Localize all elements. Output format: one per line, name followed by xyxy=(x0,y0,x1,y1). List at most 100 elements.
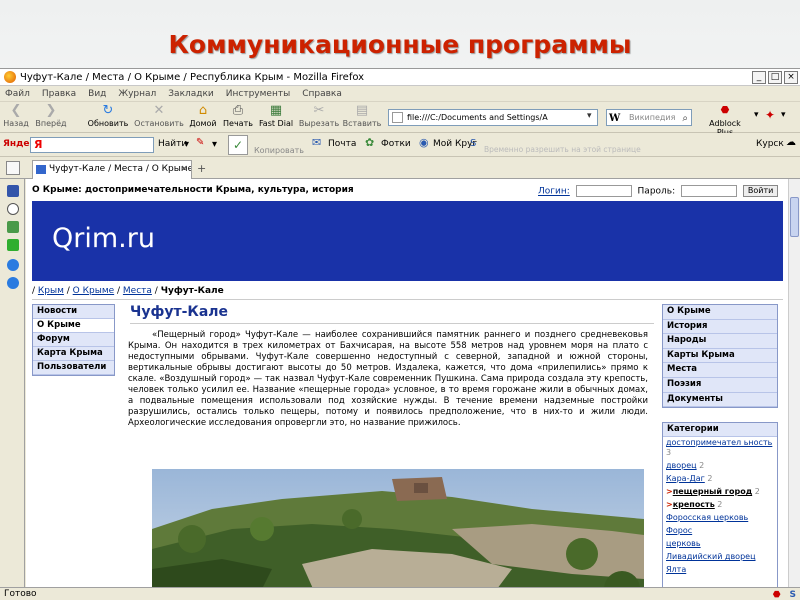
left-nav-users[interactable]: Пользователи xyxy=(33,361,114,375)
menu-help[interactable]: Справка xyxy=(302,89,342,99)
menu-file[interactable]: Файл xyxy=(5,89,30,99)
sidebar-history-icon[interactable] xyxy=(7,203,19,215)
adblock-status-icon[interactable]: ⬣ xyxy=(773,590,781,600)
category-label[interactable]: крепость xyxy=(673,500,715,509)
stop-icon: ✕ xyxy=(153,103,165,118)
category-item[interactable]: церковь xyxy=(663,538,777,551)
login-button[interactable]: Войти xyxy=(742,185,779,197)
scrollbar-thumb[interactable] xyxy=(790,197,799,237)
category-label[interactable]: Ливадийский дворец xyxy=(666,552,756,561)
category-label[interactable]: церковь xyxy=(666,539,701,548)
category-item[interactable]: дворец 2 xyxy=(663,460,777,473)
adblock-dropdown-icon[interactable]: ▾ xyxy=(754,110,759,120)
left-nav-map[interactable]: Карта Крыма xyxy=(33,347,114,361)
tools-icon[interactable]: ✦ xyxy=(765,108,775,122)
tab-close-icon[interactable]: × xyxy=(180,161,188,178)
sidebar-info-icon[interactable] xyxy=(7,277,19,289)
breadcrumb-separator: / xyxy=(114,286,123,296)
highlight-dropdown-icon[interactable]: ▾ xyxy=(212,139,217,150)
left-nav-forum[interactable]: Форум xyxy=(33,333,114,347)
category-label[interactable]: достопримечател ьность xyxy=(666,438,772,447)
login-link[interactable]: Логин: xyxy=(538,187,570,197)
menu-history[interactable]: Журнал xyxy=(118,89,156,99)
menu-view[interactable]: Вид xyxy=(88,89,106,99)
new-tab-button[interactable]: + xyxy=(197,162,206,175)
category-item[interactable]: Форос xyxy=(663,525,777,538)
password-label: Пароль: xyxy=(637,186,676,197)
tab-list-icon[interactable] xyxy=(6,161,20,175)
yandex-logo: Я xyxy=(34,138,43,151)
tab-chufut-kale[interactable]: Чуфут-Кале / Места / О Крыме / Р... × xyxy=(32,160,192,179)
mail-button[interactable]: Почта xyxy=(328,139,356,149)
sidebar-settings-icon[interactable] xyxy=(7,259,19,271)
url-bar[interactable]: file:///C:/Documents and Settings/A xyxy=(388,109,598,126)
category-label[interactable]: дворец xyxy=(666,461,697,470)
category-label[interactable]: Форосская церковь xyxy=(666,513,748,522)
category-item[interactable]: >пещерный город 2 xyxy=(663,486,777,499)
print-button[interactable]: ⎙ Печать xyxy=(222,104,254,129)
highlight-icon[interactable]: ✎ xyxy=(196,137,204,148)
right-nav-peoples[interactable]: Народы xyxy=(663,334,777,349)
stop-button[interactable]: ✕ Остановить xyxy=(134,103,184,129)
minimize-button[interactable]: _ xyxy=(752,70,766,84)
breadcrumb-crimea[interactable]: Крым xyxy=(38,286,64,296)
login-input[interactable] xyxy=(575,185,632,197)
back-arrow-icon: ❮ xyxy=(10,103,22,118)
tools-dropdown-icon[interactable]: ▾ xyxy=(781,110,786,120)
fastdial-label: Fast Dial xyxy=(258,119,294,128)
paste-button[interactable]: ▤ Вставить xyxy=(342,104,382,129)
cut-button[interactable]: ✂ Вырезать xyxy=(298,104,340,129)
right-nav-history[interactable]: История xyxy=(663,320,777,335)
reload-icon: ↻ xyxy=(102,103,114,118)
menu-bookmarks[interactable]: Закладки xyxy=(168,89,214,99)
right-nav-poetry[interactable]: Поэзия xyxy=(663,378,777,393)
menu-tools[interactable]: Инструменты xyxy=(226,89,290,99)
yandex-find-button[interactable]: Найти xyxy=(158,139,187,149)
category-label[interactable]: пещерный город xyxy=(673,487,752,496)
category-item[interactable]: Форосская церковь xyxy=(663,512,777,525)
category-label[interactable]: Ялта xyxy=(666,565,686,574)
forward-button[interactable]: ❯ Вперёд xyxy=(34,104,68,129)
category-count: 2 xyxy=(699,461,705,470)
reload-button[interactable]: ↻ Обновить xyxy=(86,103,130,129)
checkmark-icon[interactable]: ✓ xyxy=(228,135,248,155)
password-input[interactable] xyxy=(681,185,737,197)
weather-city[interactable]: Курск xyxy=(756,139,784,149)
menu-edit[interactable]: Правка xyxy=(42,89,76,99)
right-nav-places[interactable]: Места xyxy=(663,363,777,378)
yandex-search-input[interactable]: Я xyxy=(30,137,154,153)
skype-status-icon[interactable]: S xyxy=(790,590,796,600)
category-item[interactable]: Кара-Даг 2 xyxy=(663,473,777,486)
search-box[interactable]: W Википедия ⌕ xyxy=(606,109,692,126)
category-item[interactable]: достопримечател ьность 3 xyxy=(663,437,777,460)
sidebar-bookmarks-icon[interactable] xyxy=(7,185,19,197)
close-button[interactable]: × xyxy=(784,70,798,84)
sidebar-download-icon[interactable] xyxy=(7,221,19,233)
site-logo[interactable]: Qrim.ru xyxy=(52,223,155,254)
maximize-button[interactable]: □ xyxy=(768,70,782,84)
reload-label: Обновить xyxy=(87,119,129,128)
category-label[interactable]: Кара-Даг xyxy=(666,474,705,483)
photos-button[interactable]: Фотки xyxy=(381,139,411,149)
left-nav-about[interactable]: О Крыме xyxy=(33,319,114,333)
category-item[interactable]: Ялта xyxy=(663,564,777,577)
right-nav-documents[interactable]: Документы xyxy=(663,393,777,408)
category-label[interactable]: Форос xyxy=(666,526,692,535)
category-item[interactable]: >крепость 2 xyxy=(663,499,777,512)
category-item[interactable]: Ливадийский дворец xyxy=(663,551,777,564)
copy-button[interactable]: Копировать xyxy=(254,146,304,155)
yandex-dropdown-icon[interactable]: ▾ xyxy=(184,139,189,150)
vertical-scrollbar[interactable] xyxy=(788,179,800,587)
breadcrumb-places[interactable]: Места xyxy=(123,286,152,296)
search-icon[interactable]: ⌕ xyxy=(682,111,688,126)
back-button[interactable]: ❮ Назад xyxy=(3,103,29,129)
left-nav-news[interactable]: Новости xyxy=(33,305,114,319)
breadcrumb-current: Чуфут-Кале xyxy=(160,286,224,296)
home-button[interactable]: ⌂ Домой xyxy=(188,104,218,129)
url-dropdown-icon[interactable]: ▾ xyxy=(587,111,592,121)
right-nav-about[interactable]: О Крыме xyxy=(663,305,777,320)
right-nav-maps[interactable]: Карты Крыма xyxy=(663,349,777,364)
sidebar-add-icon[interactable] xyxy=(7,239,19,251)
breadcrumb-about[interactable]: О Крыме xyxy=(73,286,114,296)
fastdial-button[interactable]: ▦ Fast Dial xyxy=(258,104,294,129)
